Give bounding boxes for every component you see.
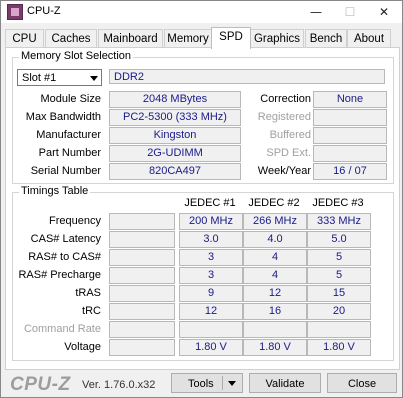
voltage-label: Voltage	[64, 341, 101, 353]
serial-number-field: 820CA497	[109, 163, 241, 180]
trc-jedec-1: 12	[179, 303, 243, 320]
tab-memory[interactable]: Memory	[164, 29, 212, 48]
tab-cpu[interactable]: CPU	[5, 29, 44, 48]
cpu-z-brand-logo: CPU-Z	[10, 374, 71, 395]
cas-latency-label: CAS# Latency	[30, 233, 101, 245]
trc-label: tRC	[82, 305, 101, 317]
tab-graphics[interactable]: Graphics	[250, 29, 304, 48]
window-title: CPU-Z	[27, 5, 61, 17]
title-bar: CPU-Z — ☐ ✕	[1, 1, 402, 23]
ras-precharge-label: RAS# Precharge	[18, 269, 101, 281]
voltage-xmp-field	[109, 339, 175, 356]
jedec-2-header: JEDEC #2	[248, 197, 300, 209]
ras-precharge-xmp-field	[109, 267, 175, 284]
frequency-jedec-1: 200 MHz	[179, 213, 243, 230]
max-bandwidth-label: Max Bandwidth	[25, 111, 101, 123]
chevron-down-icon	[90, 76, 98, 81]
registered-field	[313, 109, 387, 126]
command-rate-jedec-2	[243, 321, 307, 338]
validate-button[interactable]: Validate	[249, 373, 321, 393]
spd-ext-label: SPD Ext.	[266, 147, 311, 159]
ras-precharge-jedec-1: 3	[179, 267, 243, 284]
command-rate-label: Command Rate	[23, 323, 101, 335]
timings-group-title: Timings Table	[19, 185, 91, 197]
jedec-1-header: JEDEC #1	[184, 197, 236, 209]
module-size-field: 2048 MBytes	[109, 91, 241, 108]
cas-latency-jedec-3: 5.0	[307, 231, 371, 248]
ras-to-cas-label: RAS# to CAS#	[28, 251, 101, 263]
jedec-3-header: JEDEC #3	[312, 197, 364, 209]
ras-to-cas-jedec-2: 4	[243, 249, 307, 266]
command-rate-xmp-field	[109, 321, 175, 338]
registered-label: Registered	[257, 111, 311, 123]
slot-select[interactable]: Slot #1	[17, 69, 102, 86]
tras-label: tRAS	[75, 287, 101, 299]
ras-to-cas-jedec-1: 3	[179, 249, 243, 266]
ras-to-cas-jedec-3: 5	[307, 249, 371, 266]
maximize-icon[interactable]: ☐	[333, 1, 367, 23]
footer-bar: CPU-Z Ver. 1.76.0.x32 Tools Validate Clo…	[1, 369, 402, 397]
frequency-jedec-2: 266 MHz	[243, 213, 307, 230]
spd-panel: Memory Slot Selection Slot #1 DDR2 Modul…	[5, 47, 400, 370]
trc-jedec-3: 20	[307, 303, 371, 320]
buffered-field	[313, 127, 387, 144]
tras-jedec-3: 15	[307, 285, 371, 302]
manufacturer-field: Kingston	[109, 127, 241, 144]
tras-jedec-2: 12	[243, 285, 307, 302]
memory-slot-group-title: Memory Slot Selection	[19, 50, 134, 62]
frequency-jedec-3: 333 MHz	[307, 213, 371, 230]
max-bandwidth-field: PC2-5300 (333 MHz)	[109, 109, 241, 126]
part-number-label: Part Number	[38, 147, 101, 159]
minimize-icon[interactable]: —	[299, 1, 333, 23]
ras-precharge-jedec-3: 5	[307, 267, 371, 284]
tab-bench[interactable]: Bench	[305, 29, 347, 48]
chevron-down-icon[interactable]	[228, 381, 236, 386]
tab-mainboard[interactable]: Mainboard	[98, 29, 163, 48]
correction-label: Correction	[260, 93, 311, 105]
buffered-label: Buffered	[269, 129, 311, 141]
manufacturer-label: Manufacturer	[36, 129, 101, 141]
week-year-field: 16 / 07	[313, 163, 387, 180]
week-year-label: Week/Year	[257, 165, 311, 177]
trc-jedec-2: 16	[243, 303, 307, 320]
timings-group: Timings Table JEDEC #1 JEDEC #2 JEDEC #3…	[12, 185, 394, 361]
cas-latency-xmp-field	[109, 231, 175, 248]
tools-split-divider	[222, 376, 223, 390]
serial-number-label: Serial Number	[30, 165, 101, 177]
correction-field: None	[313, 91, 387, 108]
part-number-field: 2G-UDIMM	[109, 145, 241, 162]
close-button[interactable]: Close	[327, 373, 397, 393]
tab-about[interactable]: About	[347, 29, 391, 48]
trc-xmp-field	[109, 303, 175, 320]
memory-slot-group: Memory Slot Selection Slot #1 DDR2 Modul…	[12, 50, 394, 184]
spd-ext-field	[313, 145, 387, 162]
memory-type-field: DDR2	[109, 69, 385, 84]
frequency-xmp-field	[109, 213, 175, 230]
frequency-label: Frequency	[49, 215, 101, 227]
voltage-jedec-3: 1.80 V	[307, 339, 371, 356]
ras-precharge-jedec-2: 4	[243, 267, 307, 284]
module-size-label: Module Size	[40, 93, 101, 105]
tools-button-label: Tools	[188, 378, 214, 390]
cpu-z-app-icon	[7, 4, 23, 20]
close-icon[interactable]: ✕	[367, 1, 401, 23]
command-rate-jedec-1	[179, 321, 243, 338]
version-text: Ver. 1.76.0.x32	[82, 379, 156, 391]
tab-caches[interactable]: Caches	[45, 29, 97, 48]
tras-jedec-1: 9	[179, 285, 243, 302]
cas-latency-jedec-1: 3.0	[179, 231, 243, 248]
cas-latency-jedec-2: 4.0	[243, 231, 307, 248]
ras-to-cas-xmp-field	[109, 249, 175, 266]
command-rate-jedec-3	[307, 321, 371, 338]
slot-select-value: Slot #1	[22, 72, 57, 84]
tras-xmp-field	[109, 285, 175, 302]
cpu-z-window: CPU-Z — ☐ ✕ CPU Caches Mainboard Memory …	[0, 0, 403, 398]
tools-button[interactable]: Tools	[171, 373, 243, 393]
voltage-jedec-2: 1.80 V	[243, 339, 307, 356]
voltage-jedec-1: 1.80 V	[179, 339, 243, 356]
tab-spd[interactable]: SPD	[211, 27, 251, 49]
